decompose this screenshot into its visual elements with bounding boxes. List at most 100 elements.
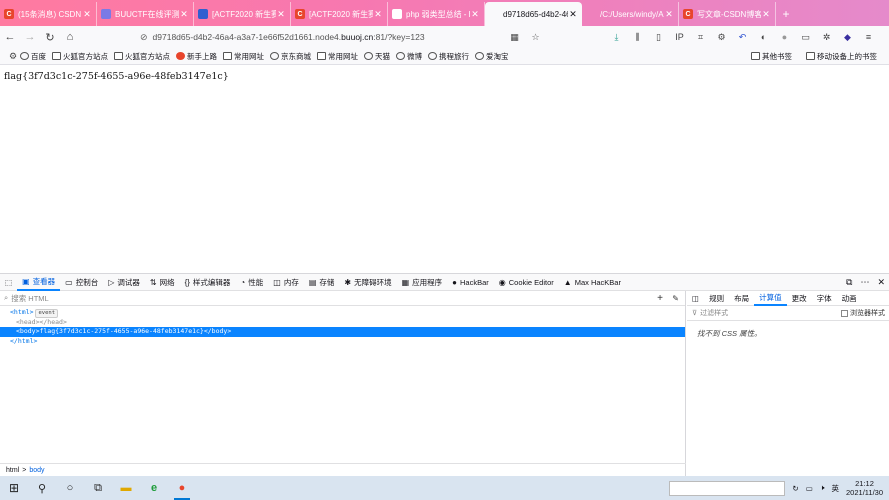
tab-close-icon[interactable]: ✕ bbox=[276, 9, 286, 20]
devtools-tab[interactable]: {} 样式编辑器 bbox=[180, 274, 236, 291]
bookmark-item[interactable]: 常用网址 bbox=[317, 51, 358, 62]
library-icon[interactable]: ⫼ bbox=[627, 32, 648, 43]
file-explorer-icon[interactable]: ▬ bbox=[112, 476, 140, 500]
cortana-icon[interactable]: ○ bbox=[56, 476, 84, 500]
bookmark-settings-icon[interactable]: ⚙ bbox=[6, 46, 20, 66]
breadcrumb-html[interactable]: html bbox=[6, 467, 19, 474]
checkbox-box[interactable] bbox=[841, 309, 848, 317]
browser-tab[interactable]: BUUCTF在线评测 ✕ bbox=[97, 2, 194, 26]
tree-row-body[interactable]: <body>flag{3f7d3c1c-275f-4655-a96e-48feb… bbox=[0, 327, 685, 337]
browser-tab[interactable]: /C:/Users/windy/AppI✕ bbox=[582, 2, 679, 26]
extension-puzzle-icon[interactable]: ✲ bbox=[816, 32, 837, 43]
tree-row-head[interactable]: <head></head> bbox=[0, 318, 685, 328]
screenshot-crop-icon[interactable]: ⌗ bbox=[690, 32, 711, 43]
devtools-tab[interactable]: ▲ Max HacKBar bbox=[559, 274, 626, 291]
css-sidebar-tab[interactable]: 布局 bbox=[729, 291, 754, 306]
bookmark-item[interactable]: 常用网址 bbox=[223, 51, 264, 62]
css-sidebar-tab[interactable]: 规则 bbox=[704, 291, 729, 306]
tab-close-icon[interactable]: ✕ bbox=[179, 9, 189, 20]
forward-arrow-icon[interactable]: → bbox=[20, 27, 40, 47]
bookmark-item[interactable]: 火狐官方站点 bbox=[52, 51, 108, 62]
bookmark-item[interactable]: 爱淘宝 bbox=[475, 51, 509, 62]
bookmark-item[interactable]: 微博 bbox=[396, 51, 422, 62]
eyedropper-icon[interactable]: ✎ bbox=[672, 294, 679, 303]
address-bar[interactable]: ⊘ d9718d65-d4b2-46a4-a3a7-1e66f52d1661.n… bbox=[140, 29, 550, 45]
volume-icon[interactable]: 🕨 bbox=[820, 483, 825, 493]
ip-icon[interactable]: IP bbox=[669, 32, 690, 42]
extension-window-icon[interactable]: ▭ bbox=[795, 32, 816, 43]
devtools-tab[interactable]: ▣ 查看器 bbox=[17, 274, 61, 291]
devtools-tab[interactable]: ✱ 无障碍环境 bbox=[339, 274, 396, 291]
html-search[interactable]: ⌕ 搜索 HTML + ✎ bbox=[0, 291, 685, 306]
task-view-icon[interactable]: ⧉ bbox=[84, 476, 112, 500]
tab-close-icon[interactable]: ✕ bbox=[761, 9, 771, 20]
browser-tab[interactable]: C [ACTF2020 新生赛] ✕ bbox=[291, 2, 388, 26]
firefox-icon[interactable]: ● bbox=[168, 476, 196, 500]
home-icon[interactable]: ⌂ bbox=[60, 27, 80, 47]
ime-indicator[interactable]: 英 bbox=[832, 483, 840, 494]
browser-tab[interactable]: php 弱类型总结 - h ✕ bbox=[388, 2, 485, 26]
extension-c-icon[interactable]: ◐ bbox=[753, 32, 774, 42]
browser-styles-checkbox[interactable]: 浏览器样式 bbox=[841, 308, 885, 318]
download-icon[interactable]: ⤓ bbox=[606, 32, 627, 43]
extension-round-icon[interactable]: ● bbox=[774, 32, 795, 42]
browser-tab[interactable]: d9718d65-d4b2-46a4✕ bbox=[485, 2, 582, 26]
tab-close-icon[interactable]: ✕ bbox=[470, 9, 480, 20]
css-sidebar-tab[interactable]: 更改 bbox=[787, 291, 812, 306]
tree-row-html[interactable]: <html> event bbox=[0, 308, 685, 318]
star-bookmark-icon[interactable]: ☆ bbox=[525, 32, 546, 43]
extension-gear-icon[interactable]: ⚙ bbox=[711, 32, 732, 43]
bookmark-item[interactable]: 携程旅行 bbox=[428, 51, 469, 62]
bookmark-item[interactable]: 新手上路 bbox=[176, 51, 217, 62]
bookmark-folder[interactable]: 其他书签 bbox=[751, 51, 792, 62]
styles-filter[interactable]: ⊽ 过滤样式 浏览器样式 bbox=[687, 306, 889, 321]
tab-close-icon[interactable]: ✕ bbox=[82, 9, 92, 20]
tab-close-icon[interactable]: ✕ bbox=[568, 9, 578, 20]
bookmark-item[interactable]: 京东商城 bbox=[270, 51, 311, 62]
extension-shield-icon[interactable]: ◆ bbox=[837, 32, 858, 43]
bookmark-item[interactable]: 火狐官方站点 bbox=[114, 51, 170, 62]
devtools-tab[interactable]: ⇅ 网络 bbox=[145, 274, 180, 291]
add-node-icon[interactable]: + bbox=[657, 293, 663, 304]
qr-code-icon[interactable]: ▦ bbox=[504, 32, 525, 43]
devtools-tab[interactable]: ◔ 性能 bbox=[235, 274, 268, 291]
back-arrow-icon[interactable]: ← bbox=[0, 27, 20, 47]
close-devtools-icon[interactable]: ✕ bbox=[877, 277, 885, 288]
css-sidebar-tab[interactable]: 计算值 bbox=[754, 291, 787, 306]
sidebar-icon[interactable]: ▯ bbox=[648, 32, 669, 43]
clock[interactable]: 21:12 2021/11/30 bbox=[846, 479, 883, 497]
browser-tab[interactable]: [ACTF2020 新生赛] ✕ bbox=[194, 2, 291, 26]
devtools-tab[interactable]: ● HackBar bbox=[447, 274, 494, 291]
bookmark-item[interactable]: 百度 bbox=[20, 51, 46, 62]
refresh-icon[interactable]: ↻ bbox=[792, 484, 798, 493]
breadcrumb-body[interactable]: body bbox=[29, 467, 44, 474]
css-sidebar-tab[interactable]: 动画 bbox=[837, 291, 862, 306]
devtools-tab[interactable]: ▦ 应用程序 bbox=[397, 274, 448, 291]
dock-icon[interactable]: ⧉ bbox=[846, 277, 852, 288]
css-sidebar-tab[interactable]: 字体 bbox=[812, 291, 837, 306]
bookmark-item[interactable]: 天猫 bbox=[364, 51, 390, 62]
bookmark-folder[interactable]: 移动设备上的书签 bbox=[806, 51, 877, 62]
devtools-tab[interactable]: ◫ 内存 bbox=[268, 274, 304, 291]
devtools-tab[interactable]: ▤ 存储 bbox=[304, 274, 340, 291]
tab-close-icon[interactable]: ✕ bbox=[373, 9, 383, 20]
edge-icon[interactable]: e bbox=[140, 476, 168, 500]
network-icon[interactable]: ▭ bbox=[806, 484, 813, 493]
reload-icon[interactable]: ↻ bbox=[40, 27, 60, 47]
devtools-tab[interactable]: ◉ Cookie Editor bbox=[494, 274, 559, 291]
new-tab-button[interactable]: + bbox=[776, 2, 796, 26]
menu-icon[interactable]: ≡ bbox=[858, 32, 879, 42]
taskbar-search-box[interactable] bbox=[669, 480, 786, 496]
browser-tab[interactable]: C 写文章-CSDN博客 ✕ bbox=[679, 2, 776, 26]
browser-tab[interactable]: C (15条消息) CSDN - ✕ bbox=[0, 2, 97, 26]
tree-row-html-close[interactable]: </html> bbox=[0, 337, 685, 347]
devtools-tab[interactable]: ▷ 调试器 bbox=[103, 274, 145, 291]
undo-icon[interactable]: ↶ bbox=[732, 32, 753, 43]
layout-toggle-icon[interactable]: ◫ bbox=[687, 291, 704, 306]
windows-start-icon[interactable]: ⊞ bbox=[0, 476, 28, 500]
search-icon[interactable]: ⚲ bbox=[28, 476, 56, 500]
element-picker-icon[interactable]: ⬚ bbox=[0, 274, 17, 291]
tab-close-icon[interactable]: ✕ bbox=[664, 9, 674, 20]
devtools-tab[interactable]: ▭ 控制台 bbox=[60, 274, 103, 291]
page-info-icon[interactable]: ⊘ bbox=[140, 32, 148, 43]
